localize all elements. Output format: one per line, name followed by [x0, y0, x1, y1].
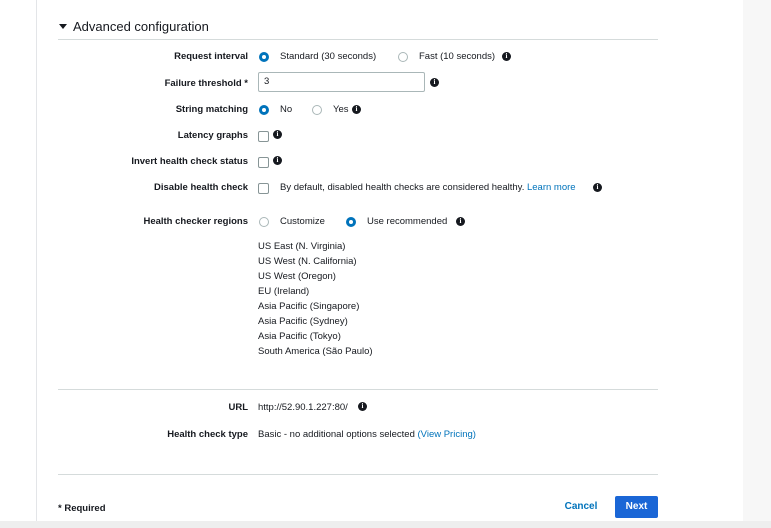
disable-check-text: By default, disabled health checks are c… [280, 182, 525, 193]
region-item: Asia Pacific (Singapore) [258, 301, 360, 312]
divider [58, 389, 658, 390]
page-bottom-bar [0, 521, 771, 528]
health-check-type-value: Basic - no additional options selected (… [258, 429, 476, 440]
region-item: EU (Ireland) [258, 286, 310, 297]
region-item: Asia Pacific (Sydney) [258, 316, 348, 327]
string-matching-label: String matching [175, 104, 248, 115]
failure-threshold-input[interactable]: 3 [258, 72, 425, 92]
radio-customize-regions[interactable] [259, 217, 269, 227]
info-icon[interactable]: i [273, 130, 282, 139]
info-icon[interactable]: i [502, 52, 511, 61]
radio-use-recommended[interactable] [346, 217, 356, 227]
health-regions-label: Health checker regions [143, 216, 248, 227]
page-right-gutter [743, 0, 771, 528]
health-check-type-text: Basic - no additional options selected [258, 429, 415, 440]
url-label: URL [228, 402, 248, 413]
radio-string-no[interactable] [259, 105, 269, 115]
failure-threshold-label: Failure threshold * [164, 78, 248, 89]
region-list: US East (N. Virginia) US West (N. Califo… [258, 239, 373, 359]
section-title: Advanced configuration [73, 19, 209, 34]
request-interval-label: Request interval [174, 51, 248, 62]
latency-graphs-label: Latency graphs [177, 130, 248, 141]
advanced-config-header[interactable]: Advanced configuration [58, 17, 658, 40]
learn-more-link[interactable]: Learn more [527, 182, 576, 193]
invert-status-checkbox[interactable] [258, 157, 269, 168]
info-icon[interactable]: i [358, 402, 367, 411]
radio-standard-interval[interactable] [259, 52, 269, 62]
divider [58, 474, 658, 475]
disable-check-checkbox[interactable] [258, 183, 269, 194]
standard-interval-label: Standard (30 seconds) [280, 51, 377, 62]
customize-regions-label: Customize [280, 216, 325, 227]
info-icon[interactable]: i [352, 105, 361, 114]
disable-check-label: Disable health check [154, 182, 248, 193]
required-note: * Required [58, 503, 106, 514]
info-icon[interactable]: i [593, 183, 602, 192]
use-recommended-label: Use recommended [367, 216, 448, 227]
radio-fast-interval[interactable] [398, 52, 408, 62]
region-item: Asia Pacific (Tokyo) [258, 331, 341, 342]
health-check-type-label: Health check type [167, 429, 248, 440]
url-value: http://52.90.1.227:80/ [258, 402, 348, 413]
view-pricing-link[interactable]: (View Pricing) [418, 429, 476, 440]
fast-interval-label: Fast (10 seconds) [419, 51, 496, 62]
info-icon[interactable]: i [273, 156, 282, 165]
string-no-label: No [280, 104, 293, 115]
disable-check-description: By default, disabled health checks are c… [280, 182, 576, 193]
region-item: US West (N. California) [258, 256, 357, 267]
info-icon[interactable]: i [456, 217, 465, 226]
string-yes-label: Yes [333, 104, 349, 115]
cancel-button[interactable]: Cancel [556, 496, 606, 518]
region-item: US West (Oregon) [258, 271, 336, 282]
latency-graphs-checkbox[interactable] [258, 131, 269, 142]
radio-string-yes[interactable] [312, 105, 322, 115]
next-button[interactable]: Next [615, 496, 658, 518]
region-item: South America (São Paulo) [258, 346, 373, 357]
invert-status-label: Invert health check status [131, 156, 248, 167]
info-icon[interactable]: i [430, 78, 439, 87]
caret-down-icon[interactable] [59, 24, 67, 29]
region-item: US East (N. Virginia) [258, 241, 346, 252]
